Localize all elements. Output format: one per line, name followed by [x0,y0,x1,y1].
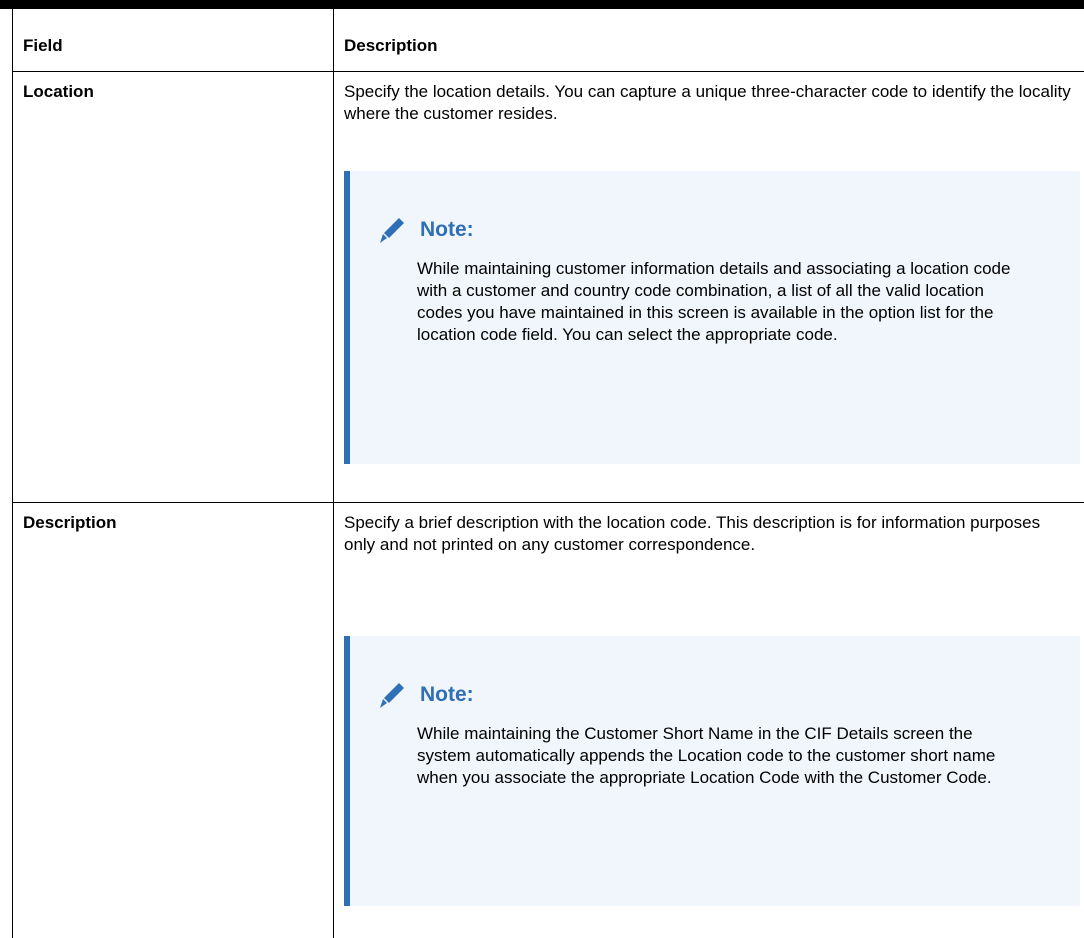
note-title: Note: [420,683,474,706]
note-header: Note: [374,213,474,247]
row-description-description: Specify a brief description with the loc… [344,513,1041,554]
pencil-icon [374,678,408,712]
row-description-field: Description [23,513,117,532]
note-header: Note: [374,678,474,712]
note-box-location: Note: While maintaining customer informa… [344,171,1080,464]
pencil-icon [374,213,408,247]
top-rule [0,0,1084,9]
row-location-description: Specify the location details. You can ca… [344,82,1071,123]
table-column-divider [333,9,334,938]
header-description: Description [344,36,438,55]
field-description-table: Field Description Location Specify the l… [0,9,1084,938]
row-location-field: Location [23,82,94,101]
header-row-divider [12,71,1084,72]
note-box-description: Note: While maintaining the Customer Sho… [344,636,1080,906]
note-title: Note: [420,218,474,241]
row-divider [12,502,1084,503]
table-left-border [12,9,13,938]
note-text: While maintaining the Customer Short Nam… [417,724,996,787]
header-field: Field [23,36,63,55]
note-text: While maintaining customer information d… [417,259,1011,344]
